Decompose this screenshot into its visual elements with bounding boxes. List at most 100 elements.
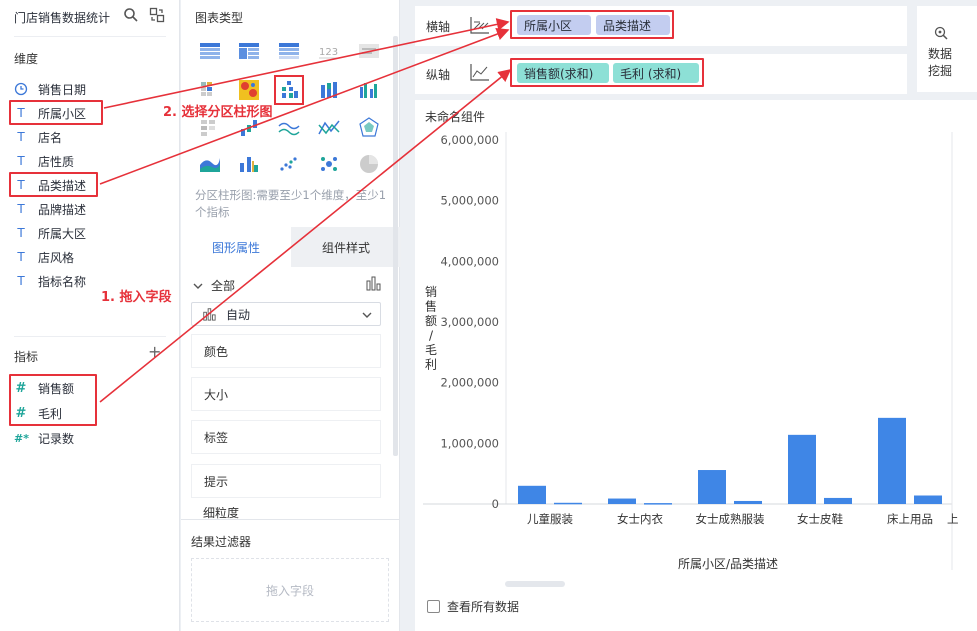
tab-component-style[interactable]: 组件样式 [291,227,401,267]
dimension-label: 店风格 [38,250,75,265]
dimension-item[interactable]: T 指标名称 [14,271,86,291]
cross-table-icon[interactable] [278,40,300,62]
y-axis-title: 销售额/毛利 [425,285,437,372]
chart-scrollbar[interactable] [505,581,565,587]
matrix-icon[interactable] [199,117,221,139]
search-icon[interactable] [123,7,139,23]
y-tick-label: 1,000,000 [440,436,499,450]
range-bar-icon[interactable] [238,117,260,139]
chart-type-title: 图表类型 [195,11,244,25]
multi-line-icon[interactable] [318,117,340,139]
text-type-icon: T [17,250,25,264]
radar-chart-icon[interactable] [358,117,380,139]
property-color[interactable]: 颜色 [191,334,381,368]
highlight-box [510,10,674,39]
dimension-item[interactable]: T 店性质 [14,151,74,171]
text-type-icon: T [17,154,25,168]
tab-graphic-properties[interactable]: 图形属性 [181,227,291,267]
text-type-icon: T [17,226,25,240]
y-tick-label: 0 [492,497,499,511]
annotation-step-1: 1. 拖入字段 [101,290,172,305]
y-axis-title-char: 售 [425,299,437,314]
x-axis-title: 所属小区/品类描述 [678,557,778,571]
result-filter-title: 结果过滤器 [191,535,252,549]
filter-drop-zone[interactable]: 拖入字段 [191,558,389,622]
chart-type-hint: 分区柱形图:需要至少1个维度，至少1个指标 [195,188,387,219]
highlight-box [9,172,98,197]
number-card-icon[interactable]: 123 [318,40,340,62]
table-chart-icon[interactable] [199,40,221,62]
dimension-label: 店名 [38,130,63,145]
x-tick-label: 女士内衣 [617,512,663,526]
measure-label: 记录数 [38,431,75,446]
show-all-data-checkbox[interactable]: 查看所有数据 [427,598,519,615]
bar-shape-icon [203,308,216,321]
y-axis-title-char: 销 [425,285,437,299]
divider [181,519,400,520]
show-all-data-label: 查看所有数据 [447,600,520,614]
property-granularity[interactable]: 细粒度 [191,507,381,519]
shape-select[interactable]: 自动 [191,302,381,326]
text-card-icon[interactable] [358,40,380,62]
divider [14,36,166,37]
highlight-box [9,374,97,426]
pie-chart-icon[interactable] [358,153,380,175]
y-axis-title-char: / [429,329,434,343]
bar [554,502,582,505]
line-chart-icon[interactable] [278,117,300,139]
stacked-bar-chart-icon[interactable] [318,79,340,101]
svg-text:123: 123 [319,47,338,58]
dimension-item[interactable]: T 店名 [14,127,62,147]
dimension-section-title: 维度 [14,52,39,66]
y-tick-label: 4,000,000 [440,254,499,268]
heatmap-icon[interactable] [238,79,260,101]
chevron-down-icon [193,283,203,289]
clock-icon [14,82,28,96]
y-tick-label: 2,000,000 [440,376,499,390]
x-axis-icon [470,17,489,34]
scrollbar[interactable] [393,36,398,456]
data-mining-button[interactable]: 数据 挖掘 [917,6,977,92]
annotation-step-2: 2. 选择分区柱形图 [163,105,273,120]
property-tooltip[interactable]: 提示 [191,464,381,498]
property-label[interactable]: 标签 [191,420,381,454]
dimension-item[interactable]: 销售日期 [14,79,86,99]
measure-section-title: 指标 [14,350,39,364]
dimension-item[interactable]: T 店风格 [14,247,74,267]
y-tick-label: 3,000,000 [440,315,499,329]
scatter-chart-icon[interactable] [278,153,300,175]
add-measure-icon[interactable]: + [148,342,161,361]
bar [878,417,906,504]
data-mining-icon [934,26,948,40]
group-bar-chart-icon[interactable] [358,79,380,101]
combo-bar-icon[interactable] [238,153,260,175]
measure-item[interactable]: #* 记录数 [14,428,74,448]
bubble-chart-icon[interactable] [318,153,340,175]
partition-bar-chart-icon[interactable] [278,79,300,101]
dimension-item[interactable]: T 所属大区 [14,223,86,243]
bar [608,498,636,504]
x-axis-label: 横轴 [426,20,451,34]
switch-dataset-icon[interactable] [149,7,165,23]
bar-shape-icon[interactable] [365,275,381,291]
divider [14,336,166,337]
all-properties-toggle[interactable]: 全部 [193,277,235,294]
bar [734,500,762,504]
group-table-icon[interactable] [238,40,260,62]
x-tick-label: 上 [947,512,959,526]
y-axis-label: 纵轴 [426,68,451,82]
highlight-box [9,100,103,125]
heat-table-icon[interactable] [199,79,221,101]
checkbox-box[interactable] [427,600,440,613]
x-tick-label: 女士皮鞋 [797,512,843,526]
number-type-icon: #* [14,431,29,445]
property-size[interactable]: 大小 [191,377,381,411]
y-axis-title-char: 毛 [425,343,437,357]
area-chart-icon[interactable] [199,153,221,175]
y-tick-label: 6,000,000 [440,133,499,147]
text-type-icon: T [17,130,25,144]
bar [788,434,816,504]
dimension-item[interactable]: T 品牌描述 [14,199,86,219]
chevron-down-icon [362,312,372,318]
y-axis-icon [470,64,489,81]
